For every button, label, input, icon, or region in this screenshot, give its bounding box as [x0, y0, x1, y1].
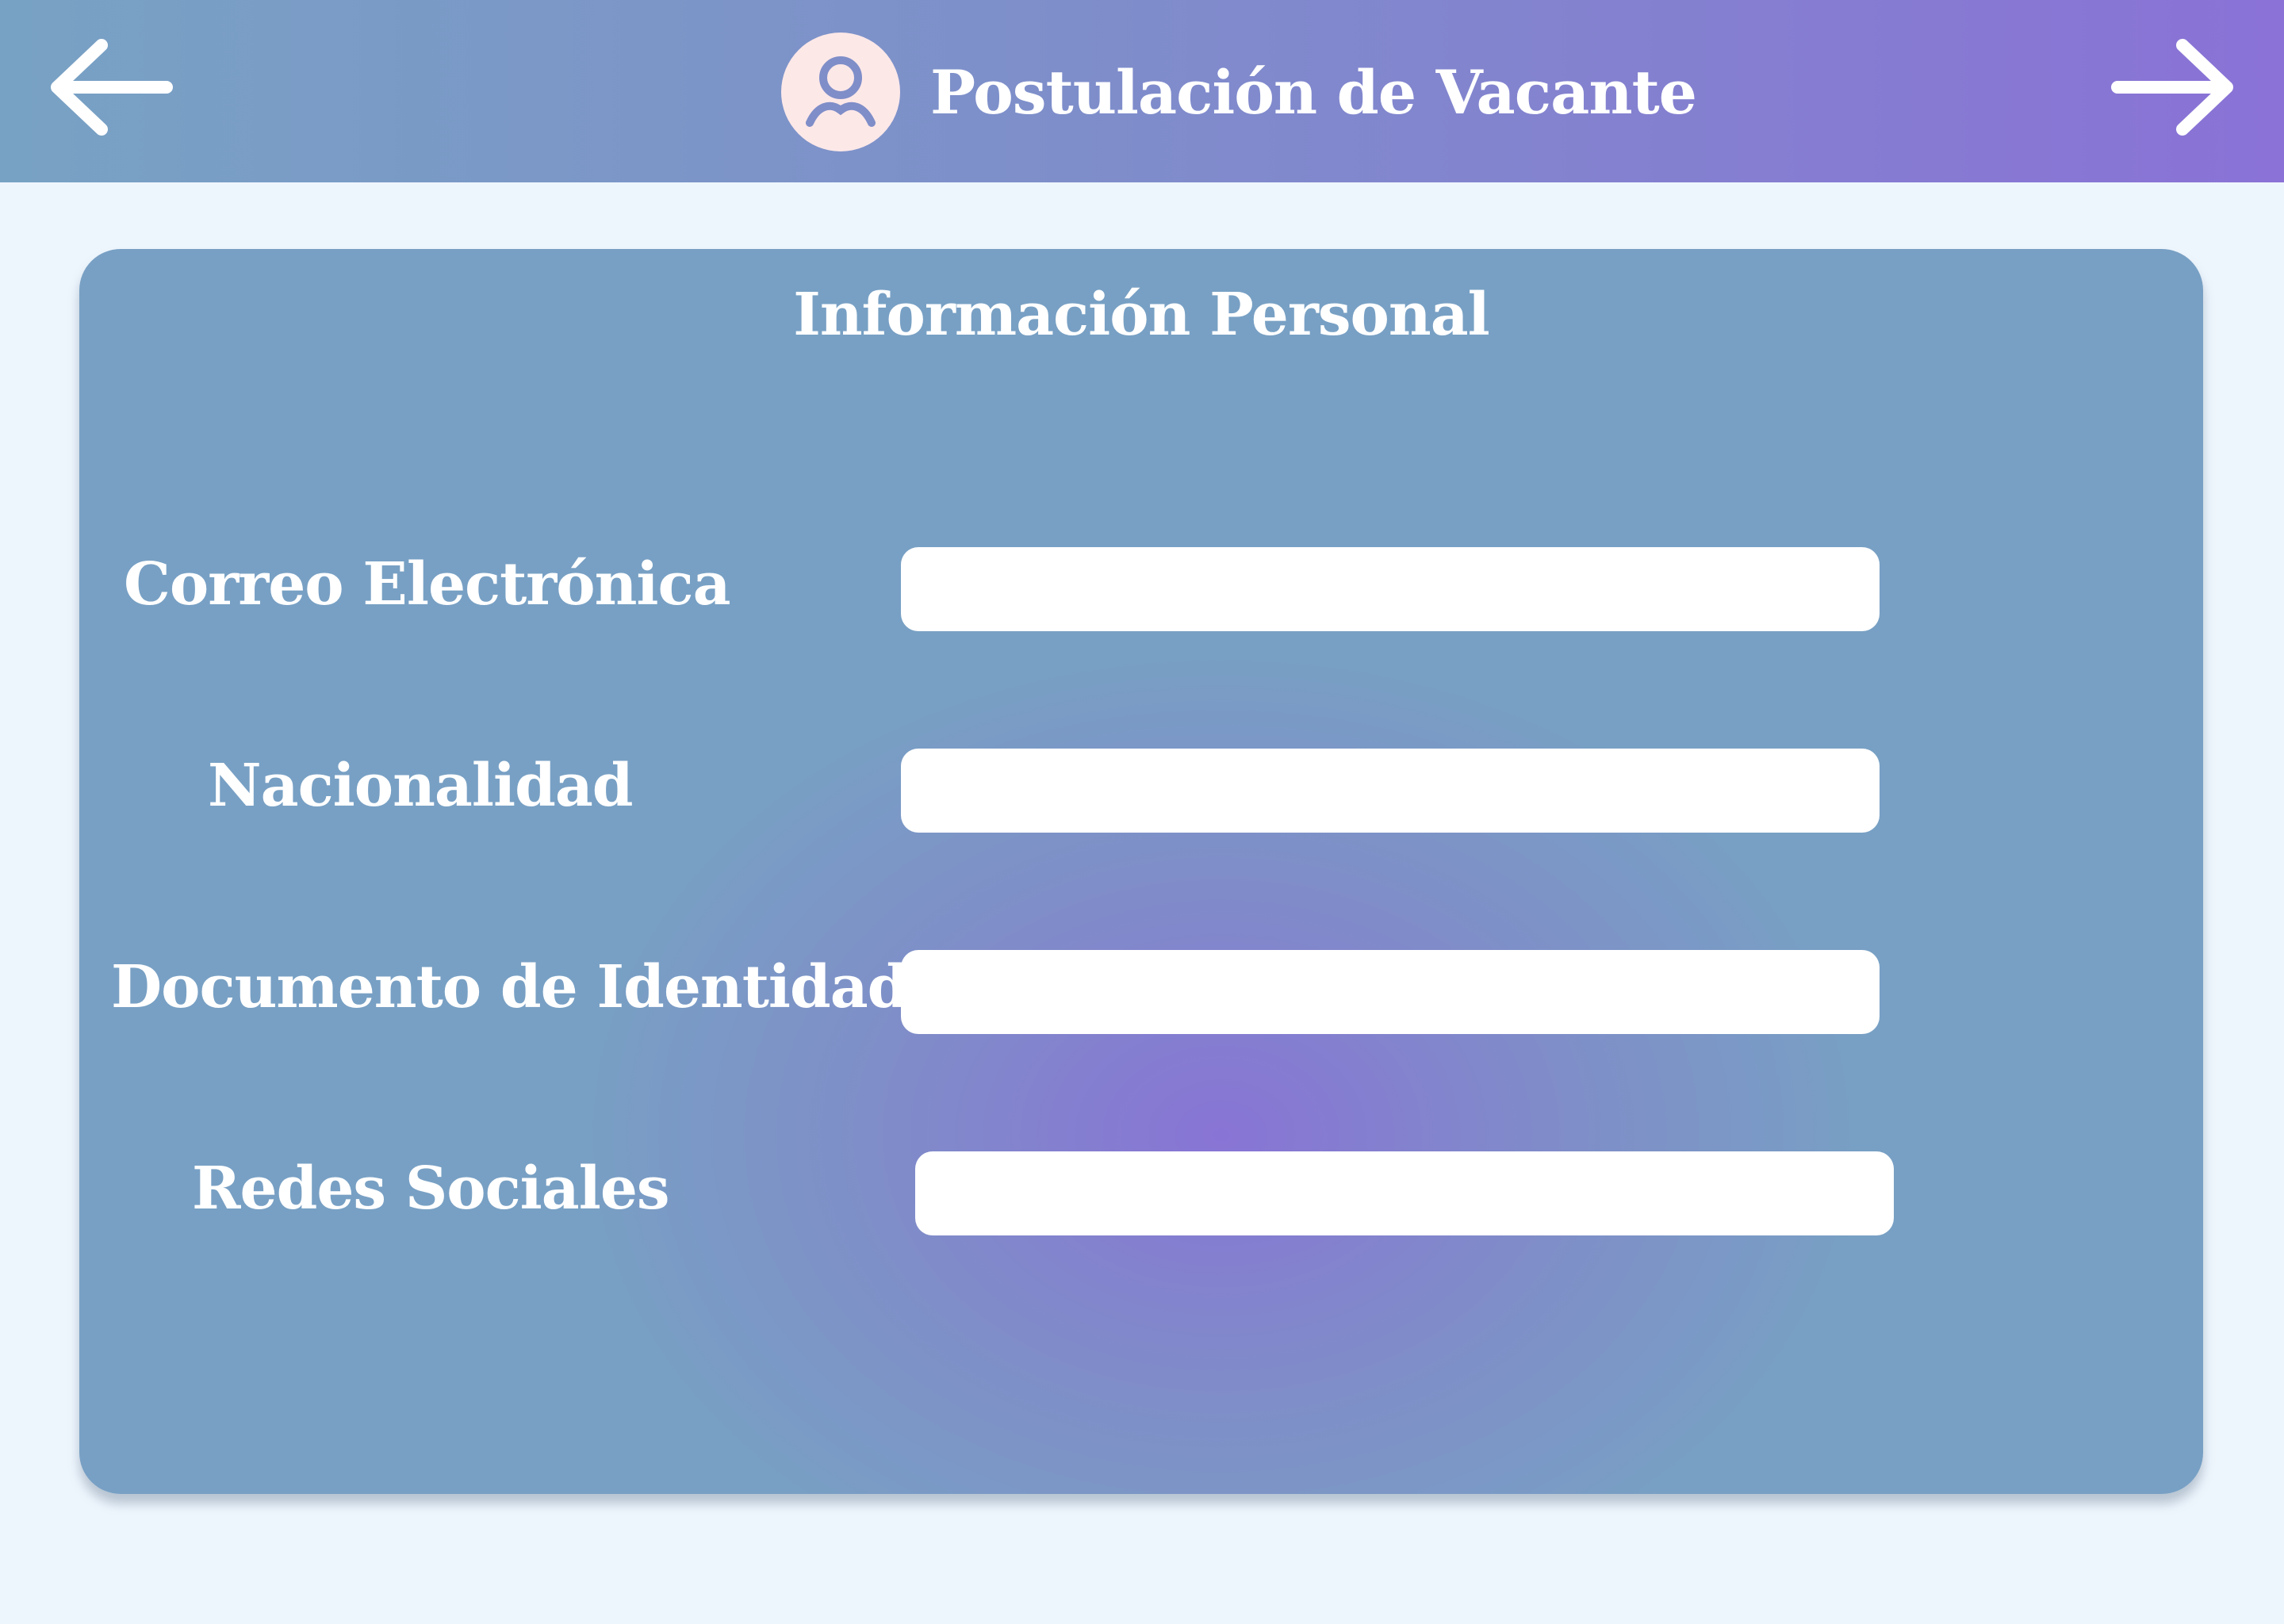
nationality-field[interactable]: [901, 749, 1880, 833]
social-networks-field[interactable]: [915, 1151, 1894, 1235]
section-title: Información Personal: [793, 281, 1490, 349]
identity-document-label: Documento de Identidad: [111, 953, 908, 1021]
arrow-right-icon: [2111, 39, 2233, 136]
email-label: Correo Electrónica: [124, 550, 731, 619]
arrow-left-icon: [51, 39, 173, 136]
identity-document-field[interactable]: [901, 950, 1880, 1034]
social-networks-label: Redes Sociales: [192, 1155, 670, 1223]
back-button[interactable]: [36, 32, 178, 143]
app-header: Postulación de Vacante: [0, 0, 2284, 182]
personal-info-card: Información Personal Correo Electrónica …: [79, 249, 2203, 1494]
nationality-label: Nacionalidad: [208, 752, 634, 820]
page-title: Postulación de Vacante: [930, 56, 1697, 128]
email-field[interactable]: [901, 547, 1880, 631]
user-profile-icon: [781, 33, 900, 151]
header-brand: Postulación de Vacante: [781, 32, 1697, 152]
forward-button[interactable]: [2106, 32, 2248, 143]
